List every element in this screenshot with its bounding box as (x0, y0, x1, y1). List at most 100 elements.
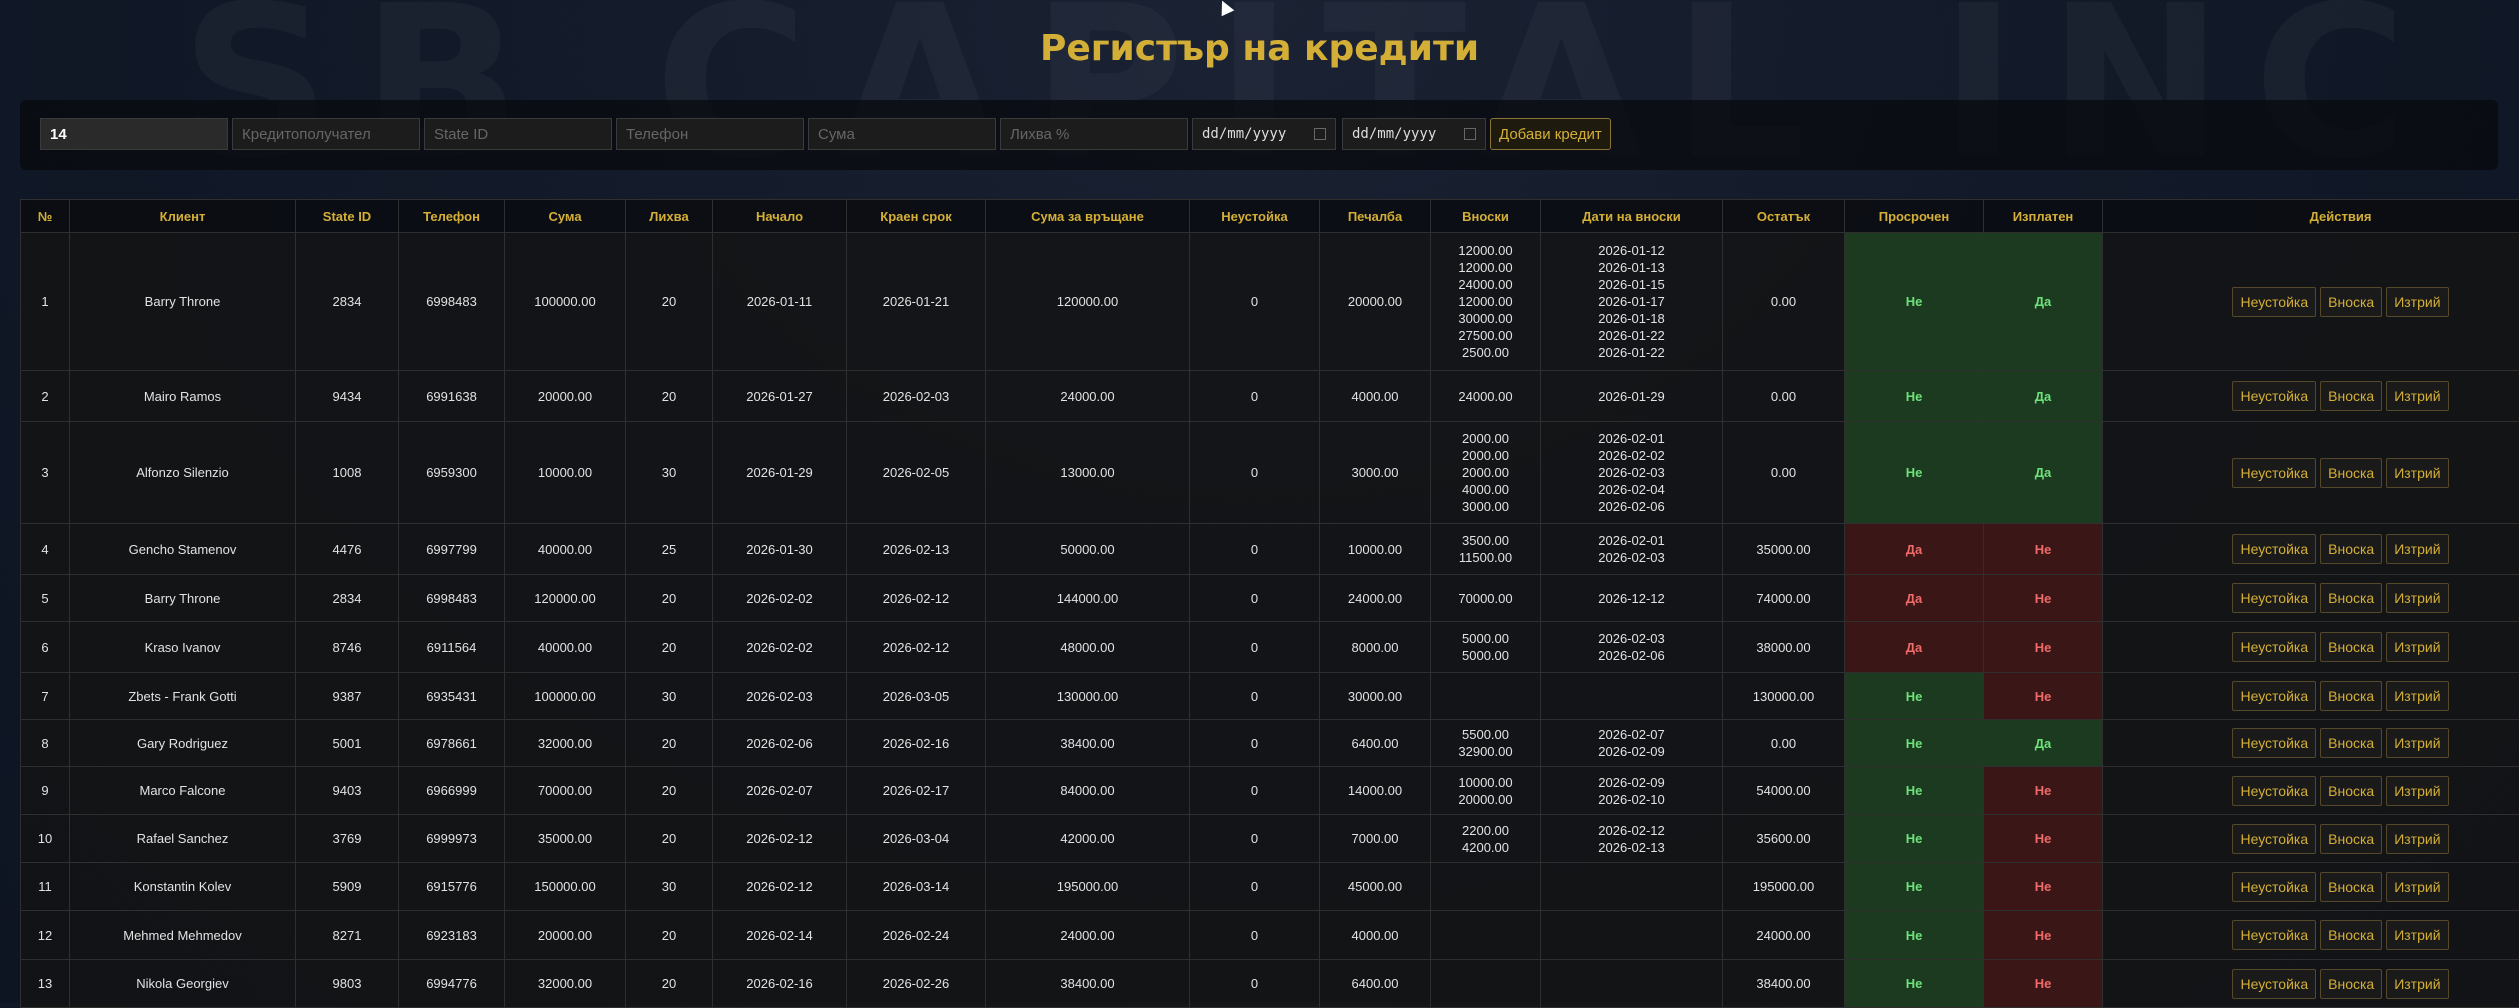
delete-button[interactable]: Изтрий (2386, 824, 2448, 854)
cell-client: Konstantin Kolev (70, 863, 296, 911)
calendar-icon[interactable] (1464, 128, 1476, 140)
payment-button[interactable]: Вноска (2320, 458, 2382, 488)
cell-to-return: 24000.00 (986, 371, 1190, 422)
overdue-status: Не (1845, 422, 1984, 524)
delete-button[interactable]: Изтрий (2386, 458, 2448, 488)
delete-button[interactable]: Изтрий (2386, 969, 2448, 999)
cell-actions: НеустойкаВноскаИзтрий (2103, 815, 2519, 863)
add-credit-button[interactable]: Добави кредит (1490, 118, 1611, 150)
penalty-button[interactable]: Неустойка (2232, 458, 2316, 488)
payment-button[interactable]: Вноска (2320, 583, 2382, 613)
column-header: Просрочен (1845, 200, 1984, 233)
delete-button[interactable]: Изтрий (2386, 287, 2448, 317)
table-row: 12Mehmed Mehmedov8271692318320000.002020… (21, 911, 2519, 960)
penalty-button[interactable]: Неустойка (2232, 681, 2316, 711)
payment-button[interactable]: Вноска (2320, 632, 2382, 662)
due-date-input[interactable]: dd/mm/yyyy (1342, 118, 1486, 150)
penalty-button[interactable]: Неустойка (2232, 824, 2316, 854)
paid-status: Не (1984, 767, 2103, 815)
table-row: 11Konstantin Kolev59096915776150000.0030… (21, 863, 2519, 911)
cell-no: 10 (21, 815, 70, 863)
penalty-button[interactable]: Неустойка (2232, 872, 2316, 902)
cell-phone: 6999973 (399, 815, 505, 863)
cell-remaining: 0.00 (1723, 720, 1845, 767)
payment-amount: 2500.00 (1432, 344, 1539, 361)
cell-payments: 2200.004200.00 (1431, 815, 1541, 863)
page-title: Регистър на кредити (0, 28, 2519, 69)
delete-button[interactable]: Изтрий (2386, 381, 2448, 411)
cell-penalty: 0 (1190, 863, 1320, 911)
payment-amount: 20000.00 (1432, 791, 1539, 808)
penalty-button[interactable]: Неустойка (2232, 969, 2316, 999)
payment-amount: 12000.00 (1432, 242, 1539, 259)
delete-button[interactable]: Изтрий (2386, 920, 2448, 950)
phone-input[interactable] (616, 118, 804, 150)
state-id-input[interactable] (424, 118, 612, 150)
penalty-button[interactable]: Неустойка (2232, 381, 2316, 411)
paid-status: Да (1984, 720, 2103, 767)
penalty-button[interactable]: Неустойка (2232, 632, 2316, 662)
payment-date: 2026-01-22 (1542, 344, 1721, 361)
penalty-button[interactable]: Неустойка (2232, 776, 2316, 806)
cell-penalty: 0 (1190, 960, 1320, 1008)
column-header: Действия (2103, 200, 2519, 233)
payment-button[interactable]: Вноска (2320, 969, 2382, 999)
paid-status: Да (1984, 233, 2103, 371)
borrower-input[interactable] (232, 118, 420, 150)
cell-payments: 70000.00 (1431, 575, 1541, 622)
cell-client: Gary Rodriguez (70, 720, 296, 767)
cell-to-return: 50000.00 (986, 524, 1190, 575)
payment-button[interactable]: Вноска (2320, 920, 2382, 950)
payment-amount: 3500.00 (1432, 532, 1539, 549)
cell-interest: 25 (626, 524, 713, 575)
start-date-input[interactable]: dd/mm/yyyy (1192, 118, 1336, 150)
id-input[interactable] (40, 118, 228, 150)
payment-button[interactable]: Вноска (2320, 776, 2382, 806)
due-date-placeholder: dd/mm/yyyy (1352, 126, 1436, 142)
payment-button[interactable]: Вноска (2320, 872, 2382, 902)
delete-button[interactable]: Изтрий (2386, 534, 2448, 564)
delete-button[interactable]: Изтрий (2386, 632, 2448, 662)
delete-button[interactable]: Изтрий (2386, 681, 2448, 711)
payment-button[interactable]: Вноска (2320, 287, 2382, 317)
penalty-button[interactable]: Неустойка (2232, 534, 2316, 564)
interest-input[interactable] (1000, 118, 1188, 150)
cell-phone: 6923183 (399, 911, 505, 960)
column-header: Дати на вноски (1541, 200, 1723, 233)
paid-status: Не (1984, 863, 2103, 911)
penalty-button[interactable]: Неустойка (2232, 920, 2316, 950)
delete-button[interactable]: Изтрий (2386, 776, 2448, 806)
cell-actions: НеустойкаВноскаИзтрий (2103, 960, 2519, 1008)
cell-to-return: 130000.00 (986, 673, 1190, 720)
cell-remaining: 74000.00 (1723, 575, 1845, 622)
cell-payments: 10000.0020000.00 (1431, 767, 1541, 815)
payment-button[interactable]: Вноска (2320, 681, 2382, 711)
cell-start: 2026-01-27 (713, 371, 847, 422)
delete-button[interactable]: Изтрий (2386, 728, 2448, 758)
cell-payments (1431, 863, 1541, 911)
cell-penalty: 0 (1190, 233, 1320, 371)
payment-button[interactable]: Вноска (2320, 381, 2382, 411)
cell-penalty: 0 (1190, 673, 1320, 720)
cell-state-id: 5909 (296, 863, 399, 911)
cell-payment-dates: 2026-01-122026-01-132026-01-152026-01-17… (1541, 233, 1723, 371)
payment-button[interactable]: Вноска (2320, 824, 2382, 854)
cell-start: 2026-02-16 (713, 960, 847, 1008)
payment-button[interactable]: Вноска (2320, 728, 2382, 758)
penalty-button[interactable]: Неустойка (2232, 583, 2316, 613)
penalty-button[interactable]: Неустойка (2232, 287, 2316, 317)
cell-start: 2026-02-03 (713, 673, 847, 720)
calendar-icon[interactable] (1314, 128, 1326, 140)
cell-start: 2026-02-12 (713, 815, 847, 863)
delete-button[interactable]: Изтрий (2386, 583, 2448, 613)
cell-penalty: 0 (1190, 524, 1320, 575)
table-row: 1Barry Throne28346998483100000.00202026-… (21, 233, 2519, 371)
cell-remaining: 195000.00 (1723, 863, 1845, 911)
payment-button[interactable]: Вноска (2320, 534, 2382, 564)
cell-remaining: 0.00 (1723, 371, 1845, 422)
delete-button[interactable]: Изтрий (2386, 872, 2448, 902)
cell-start: 2026-01-30 (713, 524, 847, 575)
amount-input[interactable] (808, 118, 996, 150)
penalty-button[interactable]: Неустойка (2232, 728, 2316, 758)
cell-start: 2026-02-07 (713, 767, 847, 815)
